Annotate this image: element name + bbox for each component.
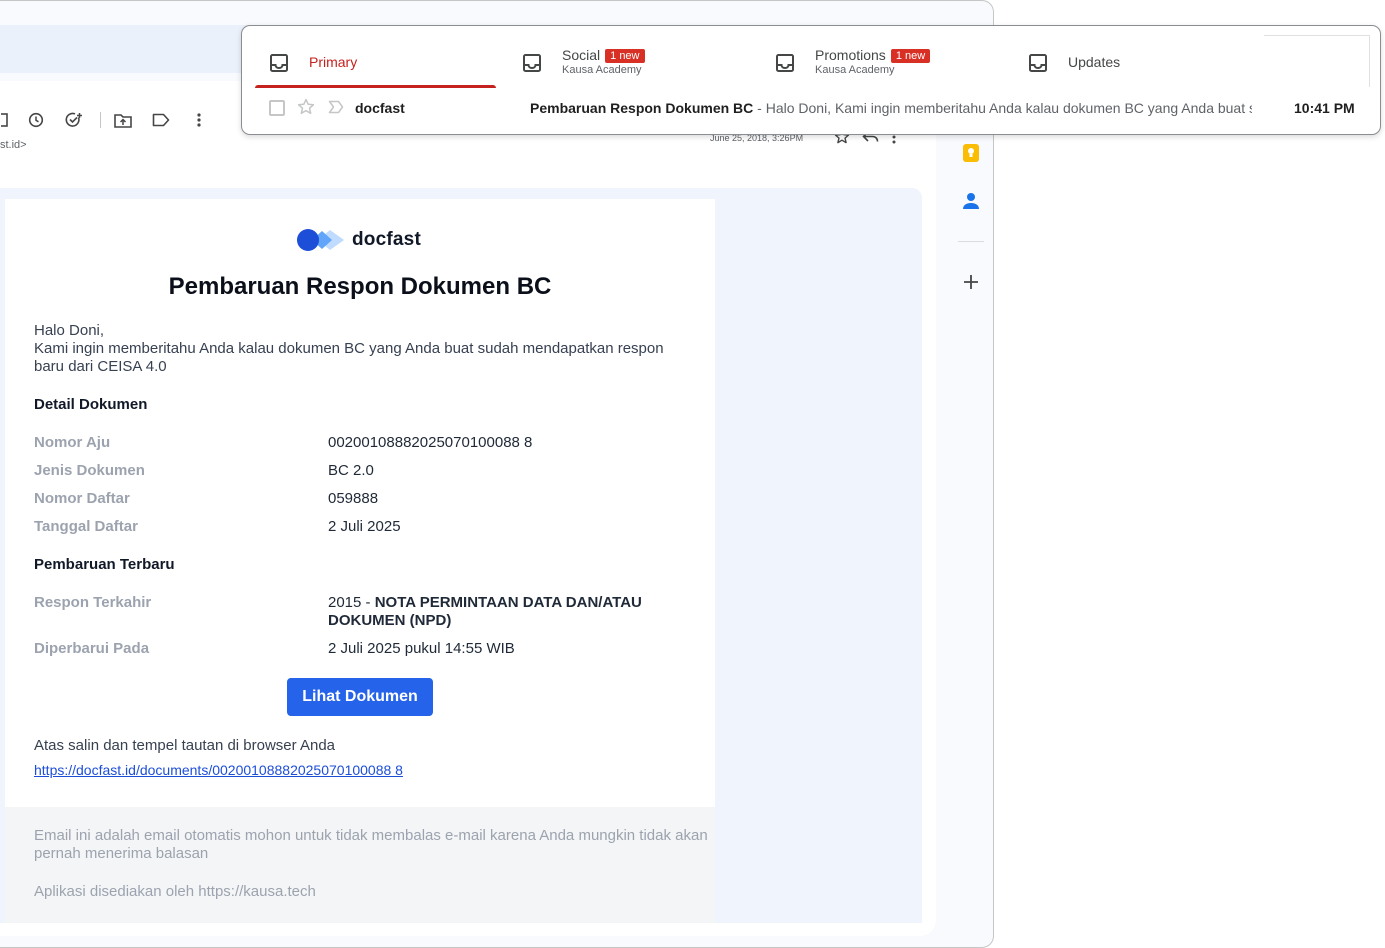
mail-subject: Pembaruan Respon Dokumen BC <box>530 100 754 116</box>
brand-name: docfast <box>352 229 421 250</box>
mail-sender: docfast <box>355 100 405 116</box>
star-icon[interactable] <box>297 98 315 121</box>
tab-text: Social 1 new Kausa Academy <box>562 47 645 76</box>
tab-text: Promotions 1 new Kausa Academy <box>815 47 931 76</box>
tab-active-indicator <box>255 85 496 88</box>
tab-sublabel: Kausa Academy <box>815 64 895 76</box>
tab-text: Updates <box>1068 54 1120 70</box>
detail-label: Tanggal Daftar <box>34 518 138 535</box>
select-checkbox[interactable] <box>269 100 285 116</box>
detail-label: Jenis Dokumen <box>34 462 145 479</box>
view-document-button[interactable]: Lihat Dokumen <box>287 678 433 716</box>
move-to-icon[interactable] <box>111 108 135 132</box>
latest-response-label: Respon Terkahir <box>34 594 152 611</box>
contacts-icon[interactable] <box>960 190 982 212</box>
inbox-icon <box>270 54 288 72</box>
mail-time: 10:41 PM <box>1294 100 1355 116</box>
toolbar-divider <box>100 112 101 128</box>
tab-text: Primary <box>309 54 357 70</box>
detail-heading: Detail Dokumen <box>34 396 148 413</box>
tab-label: Primary <box>309 54 358 70</box>
detail-value: BC 2.0 <box>328 462 374 479</box>
email-footer <box>5 807 715 923</box>
detail-value: 00200108882025070100088 8 <box>328 434 533 451</box>
tab-social[interactable]: Social 1 new Kausa Academy <box>495 36 748 88</box>
tab-label: Updates <box>1068 54 1121 70</box>
keep-icon[interactable] <box>960 142 982 164</box>
side-panel-divider <box>958 241 984 242</box>
footer-provider: Aplikasi disediakan oleh https://kausa.t… <box>34 883 316 900</box>
mark-unread-icon[interactable] <box>0 108 10 132</box>
intro-paragraph: Kami ingin memberitahu Anda kalau dokume… <box>34 340 664 375</box>
new-badge: 1 new <box>890 49 931 63</box>
add-addon-icon[interactable] <box>960 271 982 293</box>
updates-icon <box>1029 54 1047 72</box>
latest-response-value: 2015 - NOTA PERMINTAAN DATA DAN/ATAU DOK… <box>328 594 698 630</box>
tab-label: Promotions <box>815 47 886 63</box>
latest-response-code: 2015 - <box>328 594 375 611</box>
email-title: Pembaruan Respon Dokumen BC <box>168 273 552 300</box>
document-link[interactable]: https://docfast.id/documents/00200108882… <box>34 762 403 778</box>
tab-updates[interactable]: Updates <box>1001 36 1254 88</box>
inbox-notification-popup: Primary Social 1 new Kausa Academy Promot… <box>241 25 1381 135</box>
updated-at-label: Diperbarui Pada <box>34 640 150 657</box>
sender-email-address: st.id> <box>0 139 27 151</box>
footer-notice: Email ini adalah email otomatis mohon un… <box>34 827 708 862</box>
new-badge: 1 new <box>605 49 645 63</box>
more-options-icon[interactable] <box>187 108 211 132</box>
tab-sublabel: Kausa Academy <box>562 64 642 76</box>
mail-snippet: - Halo Doni, Kami ingin memberitahu Anda… <box>757 100 1252 116</box>
updated-at-value: 2 Juli 2025 pukul 14:55 WIB <box>328 640 515 657</box>
promotions-icon <box>776 54 794 72</box>
docfast-logo-icon <box>297 229 344 251</box>
mail-row[interactable]: docfast Pembaruan Respon Dokumen BC - Ha… <box>242 96 1380 120</box>
message-toolbar <box>0 108 225 132</box>
detail-value: 059888 <box>328 490 379 507</box>
docfast-logo: docfast <box>296 226 421 254</box>
snooze-icon[interactable] <box>24 108 48 132</box>
latest-response-text: NOTA PERMINTAAN DATA DAN/ATAU DOKUMEN (N… <box>328 594 642 629</box>
divider <box>1369 35 1370 87</box>
greeting: Halo Doni, <box>34 322 105 339</box>
tab-primary[interactable]: Primary <box>242 36 495 88</box>
copy-link-hint: Atas salin dan tempel tautan di browser … <box>34 737 336 754</box>
add-task-icon[interactable] <box>62 108 86 132</box>
update-heading: Pembaruan Terbaru <box>34 556 175 573</box>
social-icon <box>523 54 541 72</box>
divider <box>1264 35 1370 36</box>
detail-label: Nomor Daftar <box>34 490 130 507</box>
detail-value: 2 Juli 2025 <box>328 518 401 535</box>
label-icon[interactable] <box>149 108 173 132</box>
importance-marker-icon[interactable] <box>328 100 344 119</box>
tab-label: Social <box>562 47 601 63</box>
tab-promotions[interactable]: Promotions 1 new Kausa Academy <box>748 36 1001 88</box>
detail-label: Nomor Aju <box>34 434 111 451</box>
mail-subject-snippet: Pembaruan Respon Dokumen BC - Halo Doni,… <box>530 100 1252 116</box>
